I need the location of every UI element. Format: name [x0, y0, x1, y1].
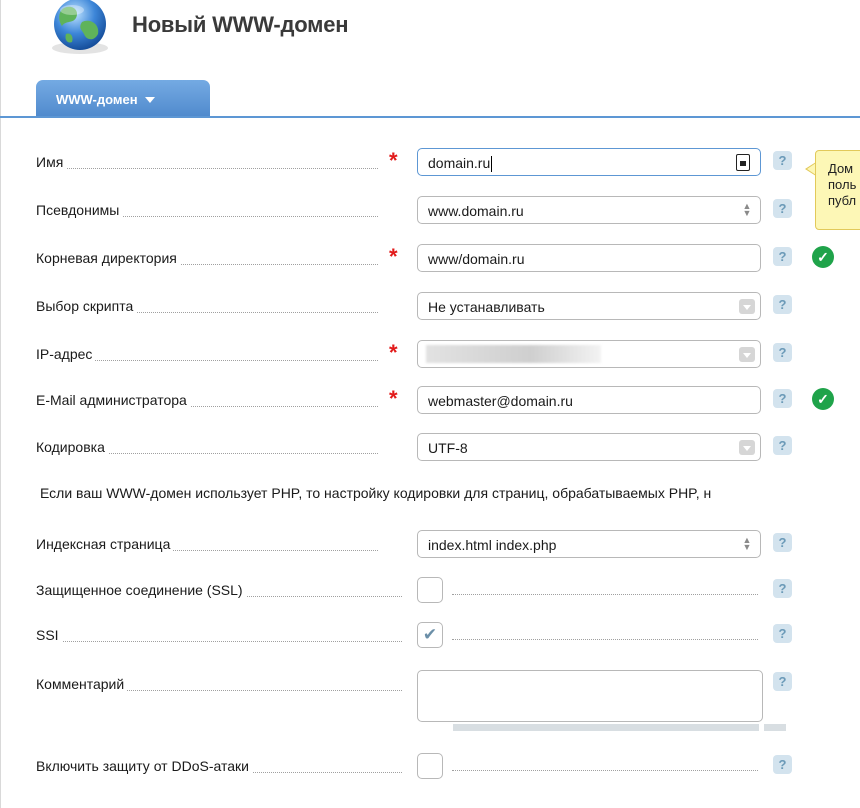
row-ssl: Защищенное соединение (SSL) ? [0, 574, 860, 606]
comment-label: Комментарий [36, 676, 128, 692]
updown-arrows-icon[interactable]: ▲ ▼ [742, 202, 752, 218]
checkmark-icon: ✔ [422, 625, 438, 644]
help-tooltip: Дом поль публ [815, 150, 860, 230]
ssi-checkbox[interactable]: ✔ [417, 622, 443, 648]
globe-icon [42, 0, 118, 58]
help-icon[interactable]: ? [773, 295, 792, 314]
dropdown-arrow-icon[interactable] [739, 347, 755, 362]
required-star: * [389, 340, 398, 365]
help-icon[interactable]: ? [773, 436, 792, 455]
ip-label: IP-адрес [36, 346, 96, 362]
dropdown-arrow-icon[interactable] [739, 440, 755, 455]
help-icon[interactable]: ? [773, 247, 792, 266]
tab-label: WWW-домен [56, 92, 138, 107]
script-select[interactable]: Не устанавливать [417, 292, 761, 320]
encoding-label: Кодировка [36, 439, 108, 455]
comment-textarea[interactable] [417, 670, 763, 722]
row-root-dir: Корневая директория * www/domain.ru ? ✓ [0, 242, 860, 274]
script-label: Выбор скрипта [36, 298, 137, 314]
row-ddos: Включить защиту от DDoS-атаки ? [0, 750, 860, 782]
tooltip-line: Дом [828, 161, 854, 176]
email-input[interactable]: webmaster@domain.ru [417, 386, 761, 414]
required-star: * [389, 386, 398, 411]
help-icon[interactable]: ? [773, 672, 792, 691]
checkmark-icon: ✓ [812, 388, 834, 410]
encoding-select[interactable]: UTF-8 [417, 433, 761, 461]
ssi-label: SSI [36, 627, 62, 643]
help-icon[interactable]: ? [773, 389, 792, 408]
encoding-note: Если ваш WWW-домен использует PHP, то на… [40, 485, 712, 501]
chevron-down-icon [144, 96, 155, 103]
row-ip: IP-адрес * ? [0, 338, 860, 370]
dotted-leader [452, 770, 758, 771]
row-ssi: SSI ✔ ? [0, 619, 860, 651]
row-script: Выбор скрипта Не устанавливать ? [0, 290, 860, 322]
ddos-checkbox[interactable] [417, 753, 443, 779]
required-star: * [389, 148, 398, 173]
required-star: * [389, 244, 398, 269]
checkmark-icon: ✓ [812, 246, 834, 268]
ip-select[interactable] [417, 340, 761, 368]
name-label: Имя [36, 154, 67, 170]
row-index: Индексная страница index.html index.php ▲… [0, 528, 860, 560]
index-input[interactable]: index.html index.php ▲ ▼ [417, 530, 761, 558]
name-input[interactable]: domain.ru [417, 148, 761, 176]
help-icon[interactable]: ? [773, 579, 792, 598]
tab-underline [0, 116, 860, 118]
help-icon[interactable]: ? [773, 755, 792, 774]
page-title: Новый WWW-домен [132, 12, 349, 37]
row-email: E-Mail администратора * webmaster@domain… [0, 384, 860, 416]
textarea-resize-handle[interactable] [764, 724, 786, 731]
updown-arrows-icon[interactable]: ▲ ▼ [742, 536, 752, 552]
aliases-input[interactable]: www.domain.ru ▲ ▼ [417, 196, 761, 224]
row-aliases: Псевдонимы www.domain.ru ▲ ▼ ? [0, 194, 860, 226]
keyboard-icon[interactable] [736, 154, 750, 171]
redacted-ip [426, 345, 601, 363]
help-icon[interactable]: ? [773, 624, 792, 643]
help-icon[interactable]: ? [773, 533, 792, 552]
index-label: Индексная страница [36, 536, 174, 552]
help-icon[interactable]: ? [773, 151, 792, 170]
textarea-resize-bar[interactable] [453, 724, 759, 731]
root-dir-input[interactable]: www/domain.ru [417, 244, 761, 272]
tooltip-line: поль [828, 177, 857, 192]
dropdown-arrow-icon[interactable] [739, 299, 755, 314]
root-dir-label: Корневая директория [36, 250, 180, 266]
row-comment: Комментарий ? [0, 670, 860, 726]
help-icon[interactable]: ? [773, 343, 792, 362]
row-encoding: Кодировка UTF-8 ? [0, 431, 860, 463]
aliases-label: Псевдонимы [36, 202, 123, 218]
dotted-leader [452, 639, 758, 640]
help-icon[interactable]: ? [773, 199, 792, 218]
ssl-checkbox[interactable] [417, 577, 443, 603]
email-label: E-Mail администратора [36, 392, 190, 408]
ssl-label: Защищенное соединение (SSL) [36, 582, 246, 598]
tooltip-line: публ [828, 193, 857, 208]
tab-www-domain[interactable]: WWW-домен [36, 80, 210, 118]
dotted-leader [452, 594, 758, 595]
ddos-label: Включить защиту от DDoS-атаки [36, 758, 252, 774]
row-name: Имя * domain.ru ? [0, 146, 860, 178]
